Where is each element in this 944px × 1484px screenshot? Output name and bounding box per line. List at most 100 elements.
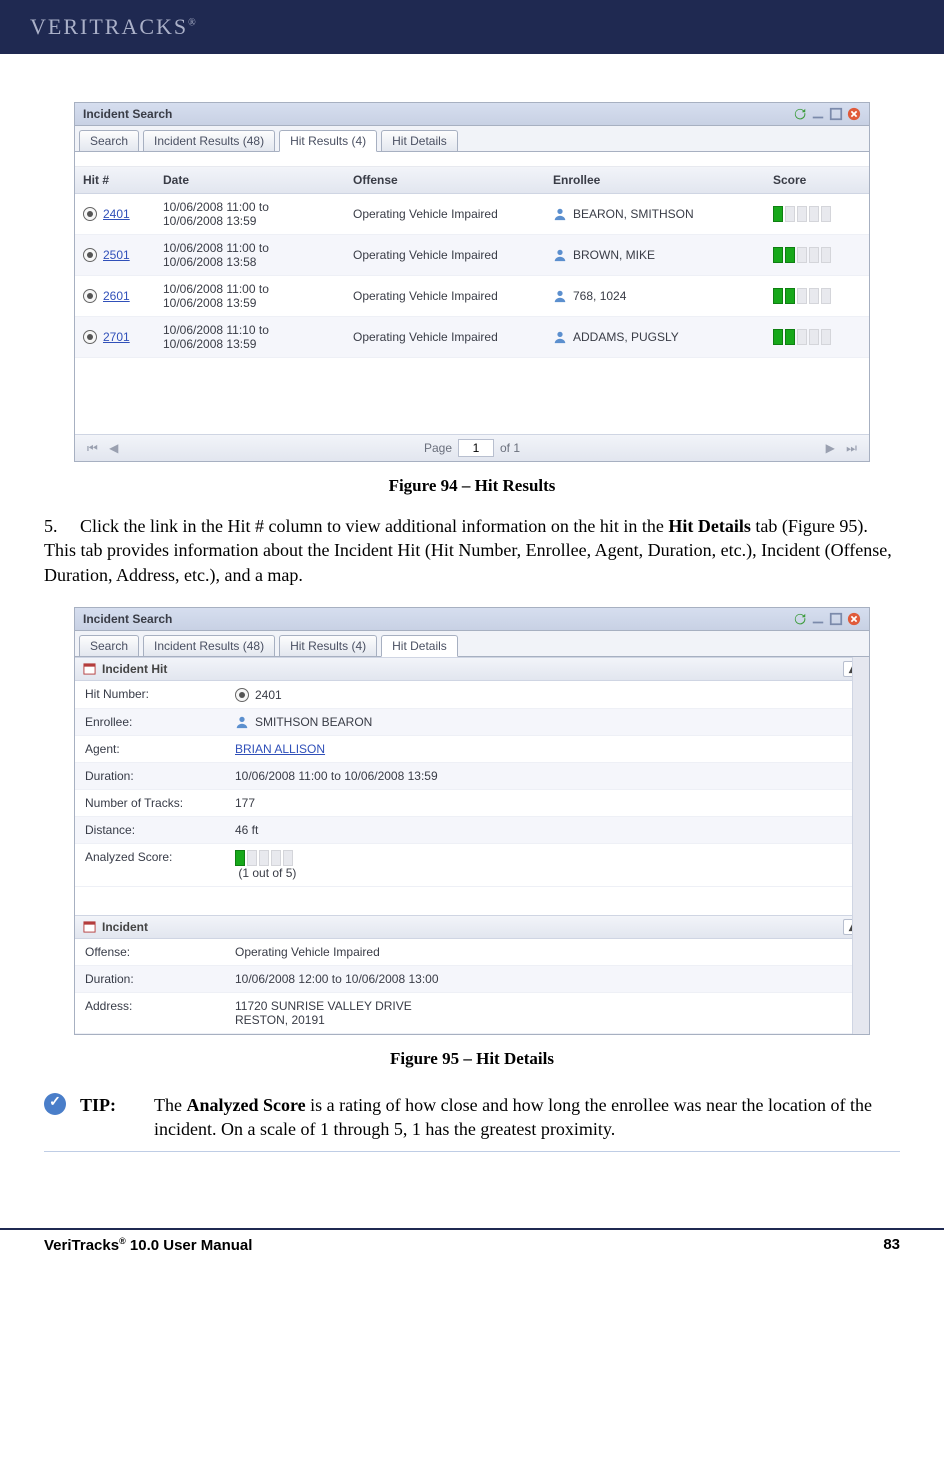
hit-cell: 2501 bbox=[83, 248, 163, 262]
detail-value: 10/06/2008 11:00 to 10/06/2008 13:59 bbox=[235, 769, 859, 783]
radio-icon[interactable] bbox=[83, 207, 97, 221]
tip-icon: ✓ bbox=[44, 1093, 66, 1115]
pager-first-icon[interactable]: ⏮ bbox=[83, 441, 102, 455]
hit-cell: 2601 bbox=[83, 289, 163, 303]
score-indicator bbox=[773, 288, 833, 304]
detail-value: 46 ft bbox=[235, 823, 859, 837]
detail-row: Duration:10/06/2008 11:00 to 10/06/2008 … bbox=[75, 763, 869, 790]
detail-key: Number of Tracks: bbox=[85, 796, 235, 810]
detail-row: Enrollee: SMITHSON BEARON bbox=[75, 709, 869, 736]
minimize-icon[interactable] bbox=[811, 107, 825, 121]
table-row: 2701 10/06/2008 11:10 to 10/06/2008 13:59… bbox=[75, 317, 869, 358]
tab[interactable]: Hit Results (4) bbox=[279, 635, 377, 656]
tab[interactable]: Incident Results (48) bbox=[143, 130, 275, 151]
pager-page-input[interactable] bbox=[458, 439, 494, 457]
step-text-before: Click the link in the Hit # column to vi… bbox=[80, 516, 668, 536]
detail-key: Duration: bbox=[85, 972, 235, 986]
detail-row: Hit Number: 2401 bbox=[75, 681, 869, 709]
enrollee-cell: 768, 1024 bbox=[553, 289, 773, 303]
pager-next-icon[interactable]: ▶ bbox=[822, 441, 839, 455]
tab[interactable]: Hit Results (4) bbox=[279, 130, 377, 152]
maximize-icon[interactable] bbox=[829, 612, 843, 626]
scrollbar[interactable] bbox=[852, 657, 869, 1034]
calendar-icon bbox=[83, 920, 96, 933]
pager-last-icon[interactable]: ⏭ bbox=[842, 441, 861, 455]
column-header[interactable]: Offense bbox=[353, 173, 553, 187]
maximize-icon[interactable] bbox=[829, 107, 843, 121]
table-row: 2401 10/06/2008 11:00 to 10/06/2008 13:59… bbox=[75, 194, 869, 235]
pager-prev-icon[interactable]: ◀ bbox=[105, 441, 122, 455]
section-2-rows: Offense:Operating Vehicle ImpairedDurati… bbox=[75, 939, 869, 1034]
minimize-icon[interactable] bbox=[811, 612, 825, 626]
column-header[interactable]: Date bbox=[163, 173, 353, 187]
section-incident-header: Incident ▴ bbox=[75, 915, 869, 939]
hit-link[interactable]: 2501 bbox=[103, 248, 130, 262]
calendar-icon bbox=[83, 662, 96, 675]
detail-value: Operating Vehicle Impaired bbox=[235, 945, 859, 959]
column-header[interactable]: Hit # bbox=[83, 173, 163, 187]
refresh-icon[interactable] bbox=[793, 612, 807, 626]
detail-row: Duration:10/06/2008 12:00 to 10/06/2008 … bbox=[75, 966, 869, 993]
tab[interactable]: Incident Results (48) bbox=[143, 635, 275, 656]
detail-key: Analyzed Score: bbox=[85, 850, 235, 880]
detail-row: Offense:Operating Vehicle Impaired bbox=[75, 939, 869, 966]
detail-key: Agent: bbox=[85, 742, 235, 756]
person-icon bbox=[553, 289, 567, 303]
tab[interactable]: Hit Details bbox=[381, 635, 458, 657]
figure-95-caption: Figure 95 – Hit Details bbox=[44, 1049, 900, 1069]
score-text: (1 out of 5) bbox=[238, 866, 296, 880]
hit-link[interactable]: 2401 bbox=[103, 207, 130, 221]
tab[interactable]: Search bbox=[79, 130, 139, 151]
panel-title: Incident Search bbox=[83, 107, 172, 121]
tab[interactable]: Hit Details bbox=[381, 130, 458, 151]
offense-cell: Operating Vehicle Impaired bbox=[353, 330, 553, 344]
step-number: 5. bbox=[44, 514, 80, 538]
offense-cell: Operating Vehicle Impaired bbox=[353, 289, 553, 303]
detail-key: Hit Number: bbox=[85, 687, 235, 702]
hit-link[interactable]: 2601 bbox=[103, 289, 130, 303]
incident-search-panel-1: Incident Search SearchIncident Results (… bbox=[74, 102, 870, 462]
pager-of-label: of 1 bbox=[500, 441, 520, 455]
hit-cell: 2701 bbox=[83, 330, 163, 344]
pager: ⏮ ◀ Page of 1 ▶ ⏭ bbox=[75, 434, 869, 461]
detail-key: Address: bbox=[85, 999, 235, 1027]
radio-icon[interactable] bbox=[83, 289, 97, 303]
detail-value: SMITHSON BEARON bbox=[235, 715, 859, 729]
panel-header: Incident Search bbox=[75, 608, 869, 631]
column-header[interactable]: Score bbox=[773, 173, 833, 187]
column-header[interactable]: Enrollee bbox=[553, 173, 773, 187]
offense-cell: Operating Vehicle Impaired bbox=[353, 207, 553, 221]
tab[interactable]: Search bbox=[79, 635, 139, 656]
enrollee-cell: BEARON, SMITHSON bbox=[553, 207, 773, 221]
enrollee-cell: ADDAMS, PUGSLY bbox=[553, 330, 773, 344]
section-title: Incident bbox=[102, 920, 148, 934]
radio-icon[interactable] bbox=[83, 330, 97, 344]
step-5-text: 5.Click the link in the Hit # column to … bbox=[44, 514, 900, 587]
date-cell: 10/06/2008 11:00 to 10/06/2008 13:59 bbox=[163, 282, 353, 310]
incident-search-panel-2: Incident Search SearchIncident Results (… bbox=[74, 607, 870, 1035]
brand-logo: VeriTracks® bbox=[30, 14, 198, 40]
refresh-icon[interactable] bbox=[793, 107, 807, 121]
section-1-rows: Hit Number: 2401Enrollee: SMITHSON BEARO… bbox=[75, 681, 869, 887]
brand-registered: ® bbox=[188, 18, 198, 29]
score-indicator bbox=[773, 206, 833, 222]
close-icon[interactable] bbox=[847, 612, 861, 626]
radio-icon[interactable] bbox=[83, 248, 97, 262]
date-cell: 10/06/2008 11:00 to 10/06/2008 13:58 bbox=[163, 241, 353, 269]
detail-row: Number of Tracks:177 bbox=[75, 790, 869, 817]
detail-key: Duration: bbox=[85, 769, 235, 783]
detail-row: Address:11720 SUNRISE VALLEY DRIVE RESTO… bbox=[75, 993, 869, 1034]
person-icon bbox=[553, 248, 567, 262]
close-icon[interactable] bbox=[847, 107, 861, 121]
detail-value: 177 bbox=[235, 796, 859, 810]
tip-block: ✓ TIP: The Analyzed Score is a rating of… bbox=[44, 1087, 900, 1153]
agent-link[interactable]: BRIAN ALLISON bbox=[235, 742, 325, 756]
page-footer: VeriTracks® 10.0 User Manual 83 bbox=[0, 1230, 944, 1274]
table-body: 2401 10/06/2008 11:00 to 10/06/2008 13:59… bbox=[75, 194, 869, 434]
tip-text-before: The bbox=[154, 1095, 186, 1115]
date-cell: 10/06/2008 11:10 to 10/06/2008 13:59 bbox=[163, 323, 353, 351]
footer-page-number: 83 bbox=[883, 1236, 900, 1254]
date-cell: 10/06/2008 11:00 to 10/06/2008 13:59 bbox=[163, 200, 353, 228]
detail-key: Distance: bbox=[85, 823, 235, 837]
hit-link[interactable]: 2701 bbox=[103, 330, 130, 344]
